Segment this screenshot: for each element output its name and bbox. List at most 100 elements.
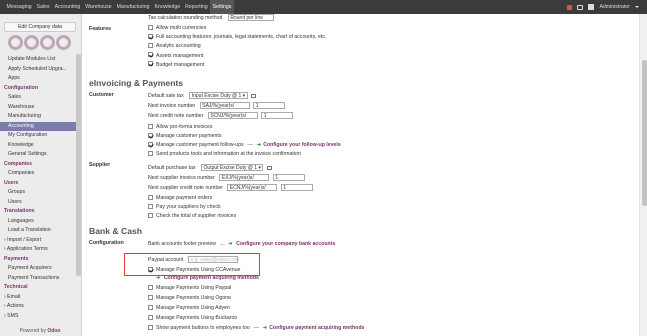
rounding-method-label: Tax calculation rounding method bbox=[148, 15, 223, 21]
sidebar-item-apps[interactable]: Apps bbox=[0, 74, 76, 84]
next-credit-note-number-input[interactable]: 1 bbox=[261, 112, 294, 119]
menu-item-messaging[interactable]: Messaging bbox=[4, 0, 34, 14]
next-invoice-prefix-input[interactable]: SAJ/%(year)s/ bbox=[199, 102, 250, 109]
scrollbar-thumb[interactable] bbox=[641, 60, 647, 206]
allow-pro-forma-invoices-checkbox[interactable] bbox=[148, 123, 153, 129]
odoo-brand-link[interactable]: Odoo bbox=[47, 328, 60, 334]
bank-footer-preview: ... bbox=[220, 241, 225, 247]
configure-your-follow-up-levels-link[interactable]: Configure your follow-up levels bbox=[263, 142, 341, 148]
default-purchase-tax-select[interactable]: Output Excise Duty @ 1 ▾ bbox=[201, 164, 264, 172]
powered-by: Powered by Odoo bbox=[0, 328, 80, 334]
default-purchase-tax-label: Default purchase tax bbox=[148, 165, 196, 171]
full-accounting-features-journals-legal-statements-chart-of-accounts-etc-label: Full accounting features: journals, lega… bbox=[156, 34, 327, 41]
rounding-method-select[interactable]: Round per line bbox=[227, 14, 274, 22]
pay-your-suppliers-by-check-checkbox[interactable] bbox=[148, 203, 153, 209]
option-row-check-the-total-of-supplier-invoices: Check the total of supplier invoices bbox=[148, 212, 236, 220]
allow-multi-currencies-checkbox[interactable] bbox=[148, 24, 153, 30]
analytic-accounting-label: Analytic accounting bbox=[156, 43, 201, 50]
option-row-manage-payments-using-adyen: Manage Payments Using Adyen bbox=[148, 304, 230, 312]
manage-customer-payment-follow-ups-checkbox[interactable] bbox=[148, 141, 153, 147]
allow-multi-currencies-label: Allow multi currencies bbox=[156, 25, 207, 31]
sidebar-item-manufacturing[interactable]: Manufacturing bbox=[0, 112, 76, 122]
manage-customer-payment-follow-ups-label: Manage customer payment follow-ups bbox=[156, 142, 244, 148]
company-logo[interactable] bbox=[6, 31, 72, 53]
menu-item-knowledge[interactable]: Knowledge bbox=[152, 0, 183, 14]
user-name[interactable]: Administrator bbox=[599, 4, 630, 10]
manage-payments-using-adyen-checkbox[interactable] bbox=[148, 304, 153, 310]
option-row-budget-management: Budget management bbox=[148, 61, 204, 69]
next-credit-note-prefix-input[interactable]: SCNJ/%(year)s/ bbox=[207, 112, 258, 119]
assets-management-checkbox[interactable] bbox=[148, 52, 153, 58]
default-purchase-tax-value: Output Excise Duty @ 1 bbox=[203, 165, 257, 172]
configure-acquiring-link[interactable]: Configure payment acquiring methods bbox=[164, 275, 259, 281]
menu-item-reporting[interactable]: Reporting bbox=[183, 0, 211, 14]
manage-payment-orders-checkbox[interactable] bbox=[148, 194, 153, 200]
sidebar-item-apply-scheduled-upgra[interactable]: Apply Scheduled Upgra... bbox=[0, 65, 76, 75]
sidebar-item-languages[interactable]: Languages bbox=[0, 217, 76, 227]
next-supplier-credit-prefix-input[interactable]: ECNJ/%(year)s/ bbox=[227, 184, 278, 191]
menu-item-warehouse[interactable]: Warehouse bbox=[83, 0, 114, 14]
manage-payments-using-paypal-checkbox[interactable] bbox=[148, 284, 153, 290]
menu-item-settings[interactable]: Settings bbox=[210, 0, 234, 14]
sidebar-item-groups[interactable]: Groups bbox=[0, 188, 76, 198]
sidebar-item-load-a-translation[interactable]: Load a Translation bbox=[0, 226, 76, 236]
sidebar-item-email[interactable]: › Email bbox=[0, 293, 76, 303]
sidebar-item-payment-acquirers[interactable]: Payment Acquirers bbox=[0, 264, 76, 274]
manage-payment-orders-label: Manage payment orders bbox=[156, 195, 213, 201]
sidebar-item-import-export[interactable]: › Import / Export bbox=[0, 236, 76, 246]
next-supplier-invoice-prefix-input[interactable]: EXJ/%(year)s/ bbox=[219, 174, 270, 181]
send-products-tools-and-information-at-the-invoice-confirmation-checkbox[interactable] bbox=[148, 150, 153, 156]
manage-payments-using-ogone-checkbox[interactable] bbox=[148, 294, 153, 300]
pay-your-suppliers-by-check-label: Pay your suppliers by check bbox=[156, 204, 221, 210]
chat-icon[interactable] bbox=[577, 4, 584, 10]
chevron-down-icon[interactable] bbox=[635, 6, 639, 8]
check-the-total-of-supplier-invoices-checkbox[interactable] bbox=[148, 212, 153, 218]
sidebar-item-users[interactable]: Users bbox=[0, 198, 76, 208]
configure-bank-accounts-link[interactable]: Configure your company bank accounts bbox=[236, 241, 335, 247]
manage-payments-using-buckaroo-checkbox[interactable] bbox=[148, 314, 153, 320]
sidebar-heading-companies: Companies bbox=[4, 160, 32, 167]
menu-item-accounting[interactable]: Accounting bbox=[52, 0, 83, 14]
next-supplier-credit-number-input[interactable]: 1 bbox=[280, 184, 313, 191]
arrow-right-icon: — bbox=[247, 142, 253, 148]
next-invoice-number-input[interactable]: 1 bbox=[253, 102, 286, 109]
external-link-icon[interactable] bbox=[266, 165, 272, 170]
sidebar-item-warehouse[interactable]: Warehouse bbox=[0, 103, 76, 113]
sidebar-item-accounting[interactable]: Accounting bbox=[0, 121, 76, 131]
sidebar-scrollbar[interactable] bbox=[76, 54, 81, 276]
sidebar-item-update-modules-list[interactable]: Update Modules List bbox=[0, 55, 76, 65]
sidebar-item-sales[interactable]: Sales bbox=[0, 93, 76, 103]
sidebar-item-general-settings[interactable]: General Settings bbox=[0, 150, 76, 160]
sidebar-item-payment-transactions[interactable]: Payment Transactions bbox=[0, 274, 76, 284]
sidebar-item-my-configuration[interactable]: My Configuration bbox=[0, 131, 76, 141]
sidebar-item-actions[interactable]: › Actions bbox=[0, 302, 76, 312]
logo-ring bbox=[55, 34, 71, 50]
menu-item-manufacturing[interactable]: Manufacturing bbox=[114, 0, 152, 14]
menu-item-sales[interactable]: Sales bbox=[34, 0, 52, 14]
main-scrollbar[interactable] bbox=[639, 14, 647, 336]
manage-customer-payments-checkbox[interactable] bbox=[148, 132, 153, 138]
configure-payment-acquiring-methods-link[interactable]: Configure payment acquiring methods bbox=[269, 325, 364, 331]
show-payment-buttons-to-employees-too-checkbox[interactable] bbox=[148, 324, 153, 330]
option-row-pay-your-suppliers-by-check: Pay your suppliers by check bbox=[148, 203, 221, 211]
avatar[interactable] bbox=[588, 4, 595, 10]
ccavenue-label: Manage Payments Using CCAvenue bbox=[156, 267, 241, 273]
default-sale-tax-select[interactable]: Input Excise Duty @ 1 ▾ bbox=[189, 92, 248, 100]
sidebar-item-application-terms[interactable]: › Application Terms bbox=[0, 245, 76, 255]
next-supplier-invoice-number-input[interactable]: 1 bbox=[272, 174, 305, 181]
ccavenue-checkbox[interactable] bbox=[148, 266, 153, 272]
next-credit-note-label: Next credit note number bbox=[148, 113, 204, 119]
assets-management-label: Assets management bbox=[156, 52, 204, 59]
sidebar-item-sms[interactable]: › SMS bbox=[0, 312, 76, 322]
sidebar: Edit Company data Update Modules List App… bbox=[0, 14, 82, 336]
sidebar-item-knowledge[interactable]: Knowledge bbox=[0, 141, 76, 151]
notification-icon[interactable] bbox=[567, 4, 573, 10]
budget-management-checkbox[interactable] bbox=[148, 61, 153, 67]
full-accounting-features-journals-legal-statements-chart-of-accounts-etc-checkbox[interactable] bbox=[148, 33, 153, 39]
external-link-icon[interactable] bbox=[251, 93, 257, 98]
option-row-manage-payments-using-buckaroo: Manage Payments Using Buckaroo bbox=[148, 314, 237, 322]
analytic-accounting-checkbox[interactable] bbox=[148, 43, 153, 49]
paypal-account-input[interactable]: e.g. sales@odoo.com bbox=[187, 256, 239, 263]
sidebar-item-companies[interactable]: Companies bbox=[0, 169, 76, 179]
sidebar-heading-users: Users bbox=[4, 179, 19, 186]
